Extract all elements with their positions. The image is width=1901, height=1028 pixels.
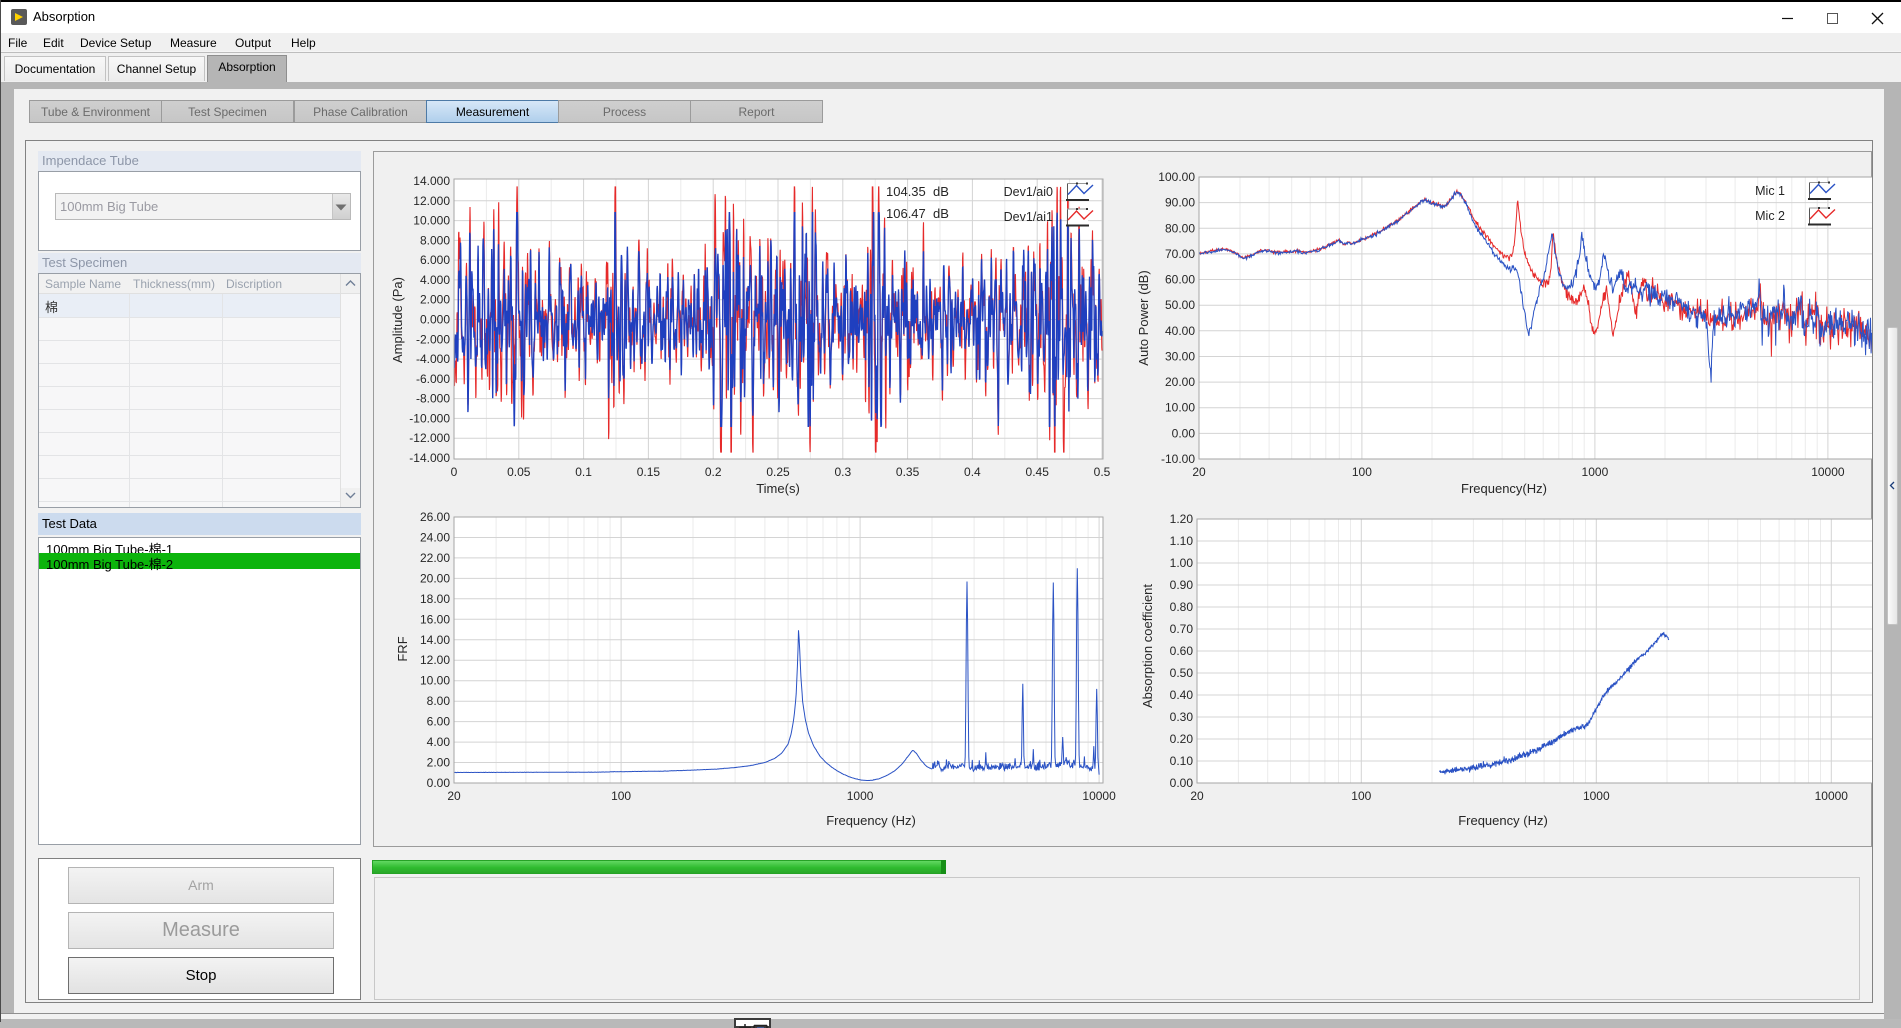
svg-text:1000: 1000 [1583, 789, 1610, 803]
svg-text:0.00: 0.00 [1172, 426, 1196, 440]
svg-text:16.00: 16.00 [420, 612, 450, 626]
svg-text:0.30: 0.30 [1170, 710, 1194, 724]
svg-text:20: 20 [447, 789, 461, 803]
svg-text:0.5: 0.5 [1094, 465, 1111, 479]
svg-text:-6.000: -6.000 [416, 372, 450, 386]
svg-text:0.10: 0.10 [1170, 754, 1194, 768]
svg-text:Absorption coefficient: Absorption coefficient [1140, 584, 1155, 708]
svg-text:1.00: 1.00 [1170, 556, 1194, 570]
svg-text:0.1: 0.1 [575, 465, 592, 479]
svg-text:Amplitude (Pa): Amplitude (Pa) [390, 277, 405, 363]
svg-text:90.00: 90.00 [1165, 196, 1195, 210]
svg-text:0.80: 0.80 [1170, 600, 1194, 614]
svg-text:0.2: 0.2 [705, 465, 722, 479]
svg-text:-12.000: -12.000 [409, 431, 450, 445]
svg-text:-10.00: -10.00 [1161, 452, 1195, 466]
svg-text:-8.000: -8.000 [416, 392, 450, 406]
svg-text:0.3: 0.3 [834, 465, 851, 479]
svg-text:Frequency (Hz): Frequency (Hz) [826, 813, 916, 828]
svg-text:20.00: 20.00 [420, 571, 450, 585]
svg-text:60.00: 60.00 [1165, 273, 1195, 287]
svg-text:1000: 1000 [1582, 465, 1609, 479]
svg-text:106.47 dB: 106.47 dB [886, 206, 949, 221]
svg-text:10000: 10000 [1815, 789, 1849, 803]
svg-text:20: 20 [1190, 789, 1204, 803]
svg-text:2.00: 2.00 [427, 756, 451, 770]
svg-text:6.000: 6.000 [420, 253, 450, 267]
svg-text:6.00: 6.00 [427, 715, 451, 729]
svg-text:0.45: 0.45 [1026, 465, 1050, 479]
svg-text:8.000: 8.000 [420, 233, 450, 247]
svg-text:0.35: 0.35 [896, 465, 920, 479]
svg-text:10.00: 10.00 [420, 674, 450, 688]
svg-text:12.00: 12.00 [420, 653, 450, 667]
svg-text:Auto Power (dB): Auto Power (dB) [1136, 270, 1151, 365]
svg-text:4.000: 4.000 [420, 273, 450, 287]
svg-text:Time(s): Time(s) [756, 481, 800, 496]
svg-text:0.70: 0.70 [1170, 622, 1194, 636]
svg-text:22.00: 22.00 [420, 551, 450, 565]
svg-text:40.00: 40.00 [1165, 324, 1195, 338]
svg-text:Dev1/ai1: Dev1/ai1 [1004, 210, 1053, 224]
svg-text:0.20: 0.20 [1170, 732, 1194, 746]
svg-text:0.00: 0.00 [1170, 776, 1194, 790]
svg-text:FRF: FRF [395, 636, 410, 661]
svg-text:30.00: 30.00 [1165, 350, 1195, 364]
svg-text:10000: 10000 [1082, 789, 1116, 803]
svg-text:0: 0 [451, 465, 458, 479]
svg-text:20.00: 20.00 [1165, 375, 1195, 389]
svg-text:104.35 dB: 104.35 dB [886, 184, 949, 199]
svg-text:100: 100 [611, 789, 631, 803]
svg-text:26.00: 26.00 [420, 510, 450, 524]
svg-text:18.00: 18.00 [420, 592, 450, 606]
svg-text:Mic 1: Mic 1 [1755, 184, 1785, 198]
svg-text:0.40: 0.40 [1170, 688, 1194, 702]
svg-text:14.000: 14.000 [413, 174, 450, 188]
svg-text:24.00: 24.00 [420, 531, 450, 545]
svg-text:12.000: 12.000 [413, 194, 450, 208]
svg-text:100.00: 100.00 [1158, 170, 1195, 184]
svg-text:Dev1/ai0: Dev1/ai0 [1004, 185, 1053, 199]
svg-text:1.10: 1.10 [1170, 534, 1194, 548]
svg-text:50.00: 50.00 [1165, 298, 1195, 312]
svg-text:0.60: 0.60 [1170, 644, 1194, 658]
svg-text:8.00: 8.00 [427, 694, 451, 708]
svg-text:1000: 1000 [847, 789, 874, 803]
svg-text:100: 100 [1352, 465, 1372, 479]
svg-text:-10.000: -10.000 [409, 411, 450, 425]
svg-text:Frequency (Hz): Frequency (Hz) [1458, 813, 1548, 828]
svg-text:0.4: 0.4 [964, 465, 981, 479]
svg-text:-4.000: -4.000 [416, 352, 450, 366]
svg-text:-2.000: -2.000 [416, 332, 450, 346]
svg-text:20: 20 [1192, 465, 1206, 479]
svg-text:0.25: 0.25 [766, 465, 790, 479]
svg-text:-14.000: -14.000 [409, 451, 450, 465]
svg-text:Mic 2: Mic 2 [1755, 209, 1785, 223]
svg-text:70.00: 70.00 [1165, 247, 1195, 261]
svg-text:0.000: 0.000 [420, 313, 450, 327]
svg-text:0.15: 0.15 [637, 465, 661, 479]
svg-text:100: 100 [1351, 789, 1371, 803]
svg-text:4.00: 4.00 [427, 735, 451, 749]
svg-text:0.00: 0.00 [427, 776, 451, 790]
svg-text:80.00: 80.00 [1165, 221, 1195, 235]
svg-text:0.90: 0.90 [1170, 578, 1194, 592]
svg-text:2.000: 2.000 [420, 293, 450, 307]
svg-text:0.50: 0.50 [1170, 666, 1194, 680]
svg-text:10.000: 10.000 [413, 214, 450, 228]
svg-text:Frequency(Hz): Frequency(Hz) [1461, 481, 1547, 496]
svg-text:1.20: 1.20 [1170, 512, 1194, 526]
svg-text:0.05: 0.05 [507, 465, 531, 479]
svg-text:10.00: 10.00 [1165, 401, 1195, 415]
svg-text:10000: 10000 [1811, 465, 1845, 479]
svg-text:14.00: 14.00 [420, 633, 450, 647]
